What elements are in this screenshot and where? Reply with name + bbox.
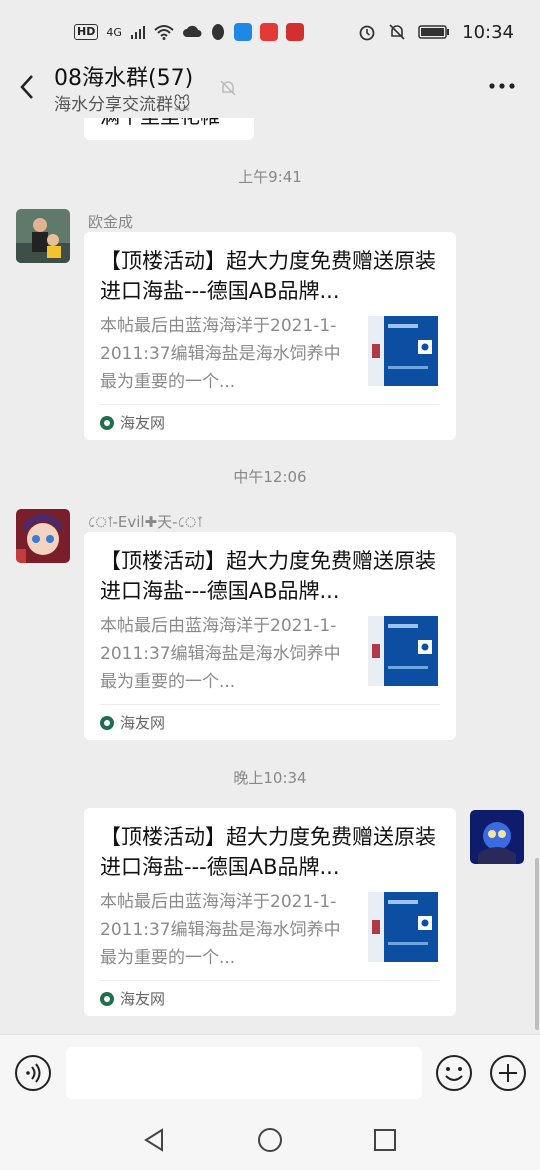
chat-title: 08海水群(57) [54,66,194,91]
emoji-icon[interactable] [434,1053,474,1093]
qq-icon [211,24,224,40]
previous-message-bubble[interactable]: 满千里里花帷 [84,118,254,140]
nav-back-icon[interactable] [140,1126,168,1154]
status-left: HD 4G [74,23,304,41]
card-divider [100,980,440,981]
card-description: 本帖最后由蓝海海洋于2021-1-2011:37编辑海盐是海水饲养中最为重要的一… [100,616,341,692]
chat-subtitle: 海水分享交流群🐭 [54,95,191,115]
app-stock-icon [285,23,304,41]
card-description: 本帖最后由蓝海海洋于2021-1-2011:37编辑海盐是海水饲养中最为重要的一… [100,316,341,392]
card-thumbnail [368,616,438,686]
status-right: 10:34 [358,22,514,43]
signal-icon [130,26,145,39]
card-source: 海友网 [100,712,165,733]
card-description: 本帖最后由蓝海海洋于2021-1-2011:37编辑海盐是海水饲养中最为重要的一… [100,892,341,968]
wifi-icon [154,25,174,40]
avatar[interactable] [16,209,70,263]
chat-header: 08海水群(57) 海水分享交流群🐭 [0,54,540,120]
card-title: 【顶楼活动】超大力度免费赠送原装进口海盐---德国AB品牌... [100,549,436,603]
nav-home-icon[interactable] [256,1126,284,1154]
app-blue-icon [233,23,252,41]
card-title: 【顶楼活动】超大力度免费赠送原装进口海盐---德国AB品牌... [100,825,436,879]
card-thumbnail [368,892,438,962]
hd-badge: HD [74,24,99,40]
previous-message-text: 满千里里花帷 [100,118,220,129]
card-title: 【顶楼活动】超大力度免费赠送原装进口海盐---德国AB品牌... [100,249,436,303]
alarm-icon [359,25,375,41]
link-card[interactable]: 【顶楼活动】超大力度免费赠送原装进口海盐---德国AB品牌... 本帖最后由蓝海… [84,232,456,440]
message-list[interactable]: 满千里里花帷 上午9:41 欧金成 【顶楼活动】超大力度免费赠送原装进口海盐--… [0,118,540,1034]
card-source-label: 海友网 [120,990,166,1008]
card-thumbnail [368,316,438,386]
cloud-icon [182,25,202,37]
scrollbar[interactable] [535,858,539,1030]
link-card[interactable]: 【顶楼活动】超大力度免费赠送原装进口海盐---德国AB品牌... 本帖最后由蓝海… [84,808,456,1016]
app-red-icon [259,23,278,41]
network-type: 4G [106,25,122,39]
back-icon[interactable] [14,70,42,104]
source-logo-icon [100,991,114,1006]
muted-bell-icon [220,80,236,96]
card-source: 海友网 [100,988,165,1009]
clock: 10:34 [462,21,514,43]
card-source-label: 海友网 [120,714,166,732]
card-divider [100,704,440,705]
input-bar [0,1034,540,1110]
avatar[interactable] [16,509,70,563]
source-logo-icon [100,415,114,430]
link-card[interactable]: 【顶楼活动】超大力度免费赠送原装进口海盐---德国AB品牌... 本帖最后由蓝海… [84,532,456,740]
more-options-icon[interactable] [488,82,516,90]
timestamp: 上午9:41 [238,168,302,186]
nav-recent-apps-icon[interactable] [372,1127,398,1153]
system-nav-bar [0,1110,540,1170]
message-input[interactable] [66,1047,422,1099]
timestamp: 中午12:06 [233,468,307,486]
plus-icon[interactable] [488,1053,528,1093]
sender-name: 欧金成 [88,213,134,231]
timestamp: 晚上10:34 [233,769,307,787]
source-logo-icon [100,715,114,730]
card-source: 海友网 [100,412,165,433]
card-source-label: 海友网 [120,414,166,432]
avatar[interactable] [470,810,524,864]
mute-notification-icon [389,24,405,40]
battery-icon [418,25,450,39]
card-divider [100,404,440,405]
voice-input-icon[interactable] [14,1054,52,1092]
